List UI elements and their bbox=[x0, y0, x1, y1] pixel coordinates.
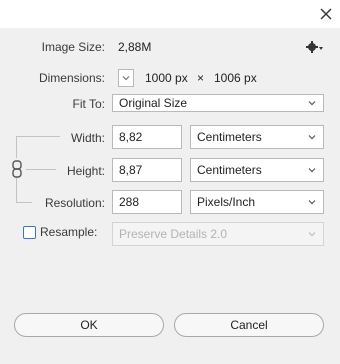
image-size-value: 2,88M bbox=[118, 40, 152, 54]
resolution-unit-dropdown[interactable]: Pixels/Inch bbox=[190, 190, 324, 214]
cancel-button[interactable]: Cancel bbox=[174, 313, 324, 337]
height-unit-selected: Centimeters bbox=[197, 163, 262, 177]
ok-button[interactable]: OK bbox=[14, 313, 164, 337]
width-input[interactable] bbox=[112, 125, 182, 149]
resolution-input[interactable] bbox=[112, 190, 182, 214]
dimensions-times: × bbox=[197, 71, 205, 85]
dimensions-height: 1006 px bbox=[214, 71, 257, 85]
width-unit-selected: Centimeters bbox=[197, 130, 262, 144]
image-size-label: Image Size: bbox=[41, 40, 105, 54]
width-label: Width: bbox=[70, 131, 105, 145]
fit-to-label: Fit To: bbox=[72, 97, 105, 111]
resample-method-selected: Preserve Details 2.0 bbox=[119, 227, 228, 241]
chevron-down-icon bbox=[308, 232, 316, 237]
dimensions-width: 1000 px bbox=[145, 71, 188, 85]
close-icon bbox=[320, 8, 332, 20]
chevron-down-icon bbox=[308, 168, 316, 173]
height-label: Height: bbox=[66, 164, 105, 178]
chevron-down-icon bbox=[308, 101, 316, 106]
chevron-down-icon bbox=[308, 200, 316, 205]
fit-to-dropdown[interactable]: Original Size bbox=[112, 94, 324, 112]
resample-method-dropdown[interactable]: Preserve Details 2.0 bbox=[112, 222, 324, 246]
resample-checkbox[interactable] bbox=[23, 226, 36, 239]
resolution-label: Resolution: bbox=[44, 196, 105, 210]
gear-icon bbox=[306, 41, 323, 53]
close-button[interactable] bbox=[314, 2, 338, 26]
settings-menu-button[interactable] bbox=[306, 40, 324, 54]
chevron-down-icon bbox=[122, 76, 130, 81]
dimensions-label: Dimensions: bbox=[38, 71, 105, 85]
height-unit-dropdown[interactable]: Centimeters bbox=[190, 158, 324, 182]
width-unit-dropdown[interactable]: Centimeters bbox=[190, 125, 324, 149]
title-bar bbox=[0, 0, 340, 28]
height-input[interactable] bbox=[112, 158, 182, 182]
resolution-unit-selected: Pixels/Inch bbox=[197, 195, 256, 209]
chevron-down-icon bbox=[308, 135, 316, 140]
resample-label: Resample: bbox=[40, 225, 98, 239]
fit-to-selected: Original Size bbox=[119, 96, 188, 110]
dimensions-unit-dropdown[interactable] bbox=[118, 69, 134, 87]
